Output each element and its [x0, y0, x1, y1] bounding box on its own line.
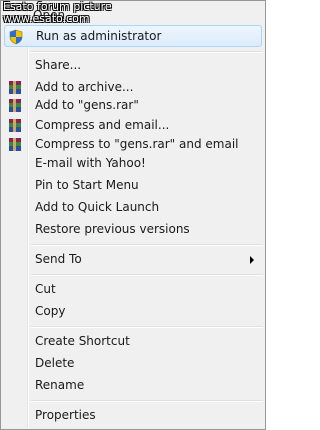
menu-item-add-to-gens-rar[interactable]: Add to "gens.rar" — [4, 95, 262, 117]
menu-item-label: Run as administrator — [36, 29, 162, 43]
menu-separator — [31, 51, 263, 53]
watermark: Esato forum picture www.esato.com — [3, 1, 112, 25]
menu-item-label: Cut — [35, 282, 56, 296]
menu-separator — [31, 274, 263, 276]
menu-item-delete[interactable]: Delete — [4, 353, 262, 375]
menu-item-label: Delete — [35, 356, 75, 370]
menu-item-label: Send To — [35, 252, 82, 266]
menu-item-label: Share... — [35, 58, 82, 72]
menu-item-label: E-mail with Yahoo! — [35, 156, 146, 170]
menu-item-cut[interactable]: Cut — [4, 279, 262, 301]
menu-item-label: Create Shortcut — [35, 334, 130, 348]
menu-item-label: Add to Quick Launch — [35, 200, 160, 214]
winrar-icon — [7, 98, 23, 114]
menu-item-label: Rename — [35, 378, 85, 392]
submenu-arrow-icon — [250, 256, 254, 264]
menu-item-label: Compress and email... — [35, 118, 170, 132]
menu-item-label: Pin to Start Menu — [35, 178, 139, 192]
winrar-icon — [7, 118, 23, 134]
menu-item-email-with-yahoo[interactable]: E-mail with Yahoo! — [4, 153, 262, 175]
menu-item-pin-to-start-menu[interactable]: Pin to Start Menu — [4, 175, 262, 197]
menu-item-label: Copy — [35, 304, 66, 318]
menu-item-add-to-quick-launch[interactable]: Add to Quick Launch — [4, 197, 262, 219]
uac-shield-icon — [8, 29, 24, 45]
context-menu: Esato forum picture www.esato.com Open R… — [0, 0, 266, 430]
winrar-icon — [7, 80, 23, 96]
menu-separator — [31, 400, 263, 402]
winrar-icon — [7, 137, 23, 153]
menu-item-share[interactable]: Share... — [4, 55, 262, 77]
menu-item-label: Properties — [35, 408, 96, 422]
menu-item-copy[interactable]: Copy — [4, 301, 262, 323]
menu-item-create-shortcut[interactable]: Create Shortcut — [4, 331, 262, 353]
menu-item-rename[interactable]: Rename — [4, 375, 262, 397]
menu-separator — [31, 244, 263, 246]
menu-item-run-as-administrator[interactable]: Run as administrator — [4, 25, 262, 47]
menu-item-properties[interactable]: Properties — [4, 405, 262, 427]
menu-item-label: Compress to "gens.rar" and email — [35, 137, 239, 151]
menu-item-label: Restore previous versions — [35, 222, 190, 236]
menu-item-restore-previous-versions[interactable]: Restore previous versions — [4, 219, 262, 241]
watermark-line-2: www.esato.com — [3, 12, 90, 25]
menu-item-label: Add to "gens.rar" — [35, 98, 139, 112]
menu-separator — [31, 326, 263, 328]
menu-item-label: Add to archive... — [35, 80, 134, 94]
menu-item-send-to[interactable]: Send To — [4, 249, 262, 271]
